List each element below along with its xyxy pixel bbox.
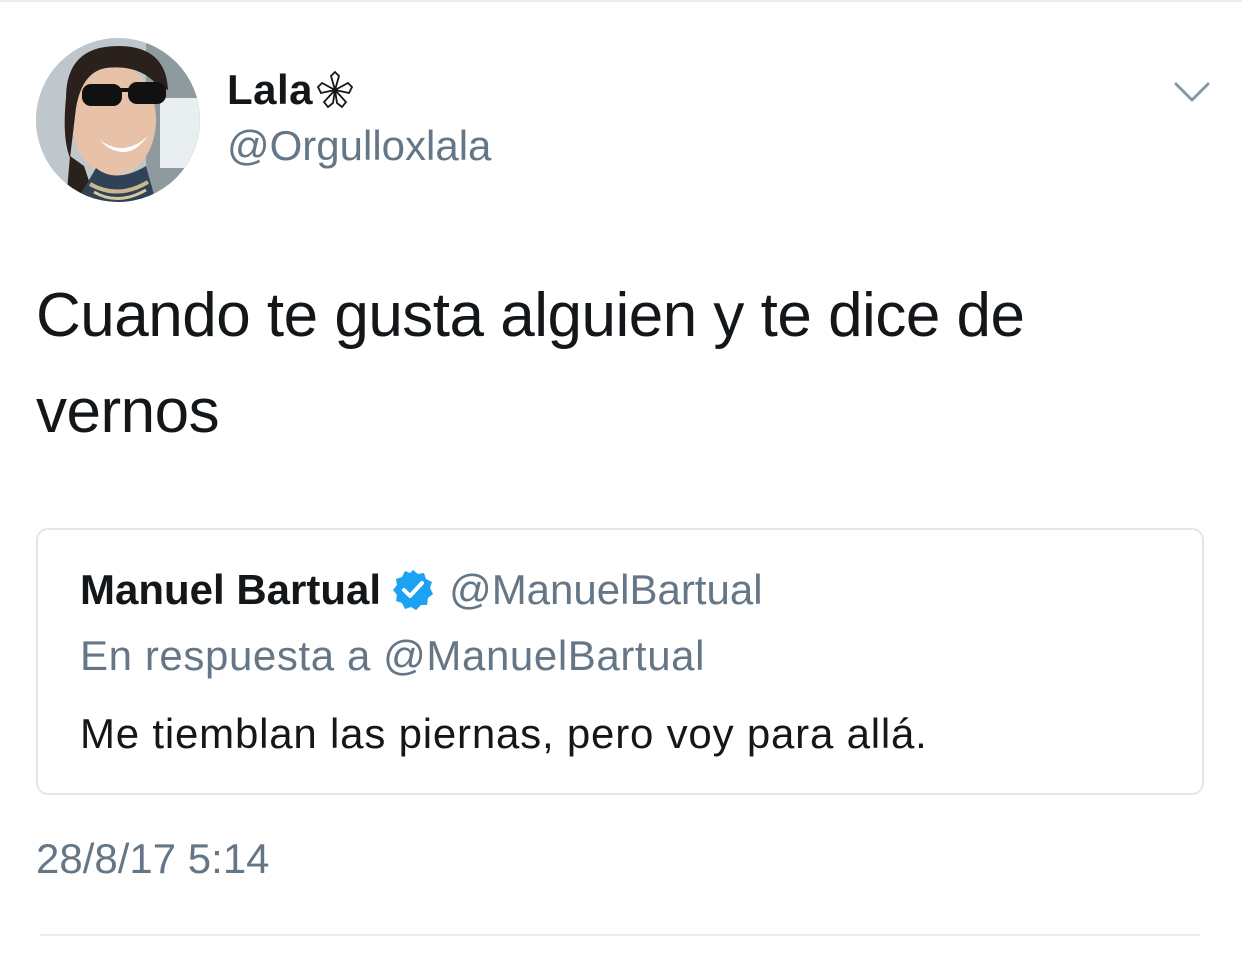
tweet-card: Lala @Orgulloxlala Cuando te gusta algui…: [0, 0, 1242, 953]
more-options-button[interactable]: [1170, 74, 1214, 110]
author-handle[interactable]: @Orgulloxlala: [227, 122, 491, 170]
reply-context: En respuesta a @ManuelBartual: [80, 632, 706, 679]
chevron-down-icon: [1174, 82, 1210, 102]
avatar[interactable]: [36, 38, 200, 202]
quoted-tweet-text: Me tiemblan las piernas, pero voy para a…: [80, 710, 928, 757]
tweet-text: Cuando te gusta alguien y te dice de ver…: [36, 281, 1025, 446]
quoted-tweet[interactable]: Manuel Bartual @ManuelBartual En respues…: [36, 528, 1204, 795]
author-name: Lala: [227, 66, 314, 113]
verified-badge-icon: [393, 570, 434, 610]
tweet-timestamp[interactable]: 28/8/17 5:14: [36, 835, 270, 883]
quoted-tweet-header: Manuel Bartual @ManuelBartual: [80, 560, 763, 620]
quoted-author-handle: @ManuelBartual: [449, 566, 763, 613]
bottom-divider: [40, 934, 1200, 936]
avatar-photo: [36, 38, 200, 202]
quoted-author-name: Manuel Bartual: [80, 566, 382, 613]
author-name-row[interactable]: Lala: [227, 62, 355, 118]
flower-icon: [316, 70, 354, 109]
